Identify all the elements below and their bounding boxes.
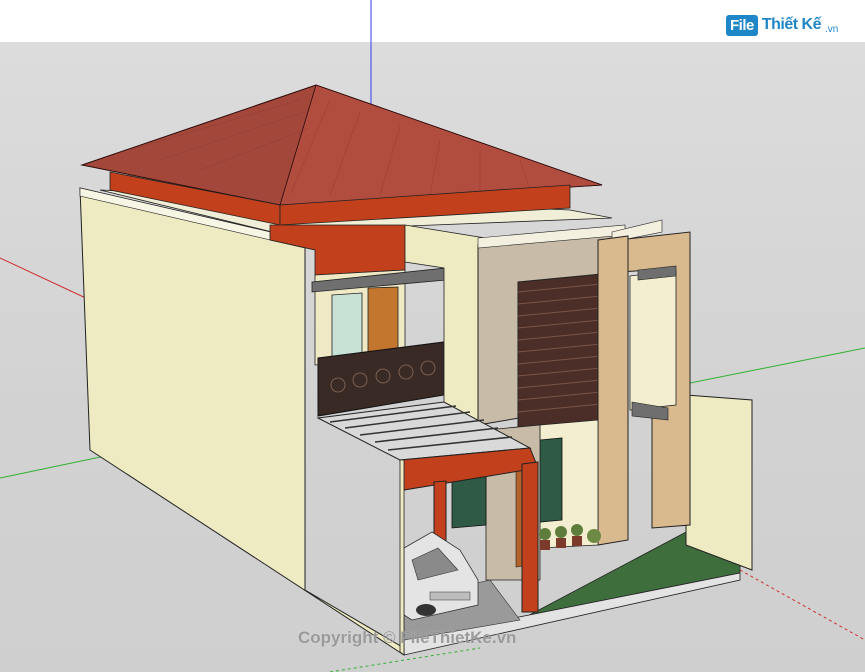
logo-badge: File — [726, 14, 758, 36]
green-axis-right — [689, 347, 865, 384]
site-logo: File Thiết Kế .vn — [726, 10, 838, 40]
green-axis — [0, 454, 111, 479]
carport-column — [521, 461, 539, 613]
right-boundary-wall — [685, 394, 753, 571]
upper-door — [367, 286, 399, 357]
front-wall-edge — [399, 459, 405, 656]
logo-suffix: .vn — [824, 24, 839, 35]
copyright-watermark: Copyright © FileThietKe.vn — [298, 628, 517, 647]
car — [403, 531, 479, 621]
upper-window — [331, 292, 363, 359]
ground-window — [539, 437, 563, 523]
stair-wall-window — [629, 269, 677, 411]
red-axis-dashed — [739, 569, 865, 641]
logo-word: Thiết Kế — [761, 16, 822, 33]
house-model — [0, 0, 865, 672]
red-axis — [0, 257, 91, 301]
brick-column-mid — [597, 235, 629, 546]
